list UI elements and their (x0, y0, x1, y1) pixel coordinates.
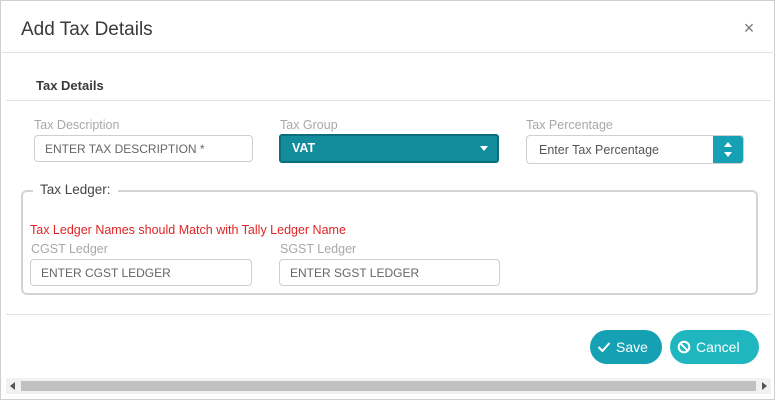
save-button-label: Save (616, 339, 648, 355)
ledger-warning-text: Tax Ledger Names should Match with Tally… (30, 223, 346, 237)
dialog-title: Add Tax Details (21, 19, 153, 40)
tax-description-input[interactable] (34, 135, 253, 162)
dialog-header: Add Tax Details × (2, 2, 773, 53)
sgst-ledger-input[interactable] (279, 259, 500, 286)
chevron-down-icon (480, 146, 488, 151)
tax-percentage-stepper[interactable]: Enter Tax Percentage (526, 135, 744, 164)
ban-icon (677, 340, 691, 354)
close-icon[interactable]: × (739, 18, 759, 38)
tax-ledger-legend: Tax Ledger: (33, 182, 118, 197)
scroll-left-arrow-icon[interactable] (10, 382, 15, 390)
sgst-ledger-label: SGST Ledger (280, 242, 357, 256)
tax-percentage-label: Tax Percentage (526, 118, 613, 132)
save-button[interactable]: Save (590, 330, 662, 364)
cancel-button[interactable]: Cancel (670, 330, 759, 364)
check-icon (598, 342, 610, 352)
horizontal-scrollbar[interactable] (6, 378, 771, 394)
scrollbar-thumb[interactable] (21, 381, 756, 391)
tax-percentage-value: Enter Tax Percentage (539, 143, 659, 157)
section-title: Tax Details (36, 78, 104, 93)
tax-description-label: Tax Description (34, 118, 120, 132)
cgst-ledger-input[interactable] (30, 259, 252, 286)
tax-group-label: Tax Group (280, 118, 338, 132)
cgst-ledger-label: CGST Ledger (31, 242, 108, 256)
tax-group-select[interactable]: VAT (279, 134, 499, 163)
section-header: Tax Details (6, 53, 771, 101)
decrement-arrow-icon[interactable] (724, 152, 732, 157)
add-tax-dialog: Add Tax Details × Tax Details Tax Descri… (0, 0, 775, 400)
stepper-buttons (713, 136, 743, 163)
tax-group-value: VAT (292, 141, 316, 155)
cancel-button-label: Cancel (696, 339, 740, 355)
increment-arrow-icon[interactable] (724, 142, 732, 147)
footer-divider (6, 314, 771, 315)
scroll-right-arrow-icon[interactable] (762, 382, 767, 390)
